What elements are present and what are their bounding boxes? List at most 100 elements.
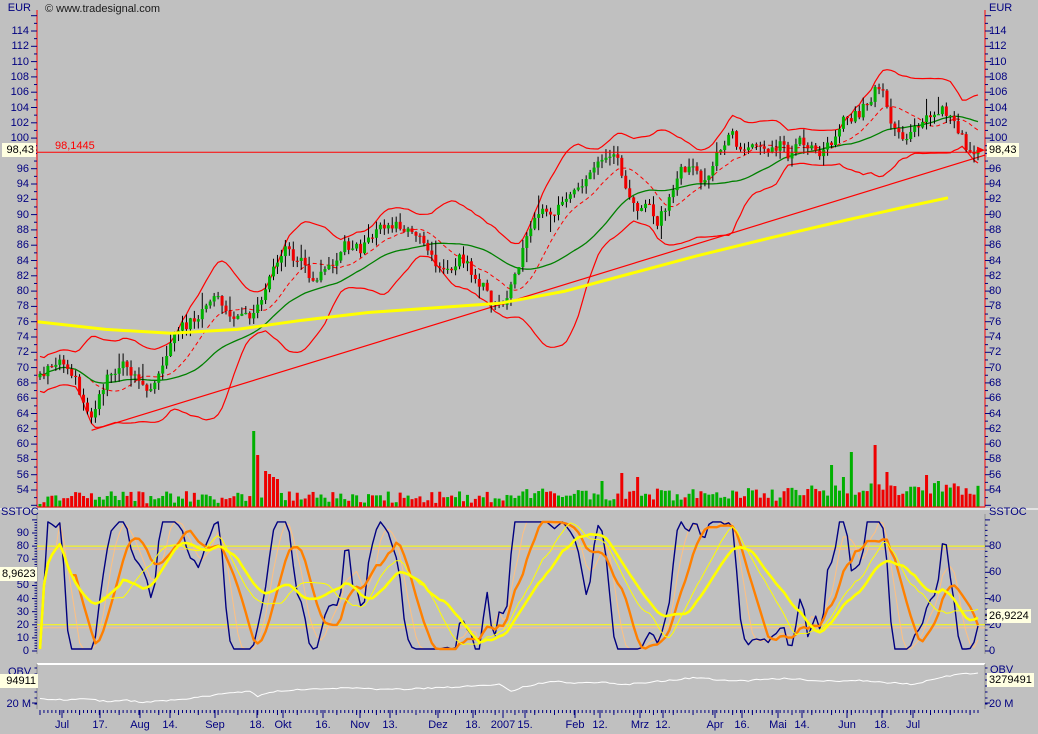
candle-body [466, 261, 469, 263]
volume-bar [763, 493, 766, 507]
candle-body [949, 116, 952, 117]
candle-body [783, 141, 786, 145]
candle-body [945, 106, 948, 115]
volume-bar [529, 498, 532, 507]
volume-bar [466, 495, 469, 507]
candle-body [624, 176, 627, 189]
volume-bar [957, 486, 960, 507]
candle-body [739, 147, 742, 150]
candle-body [969, 150, 972, 152]
candle-body [882, 89, 885, 90]
candle-body [771, 147, 774, 152]
candle-body [897, 128, 900, 132]
volume-bar [680, 500, 683, 507]
candle-body [822, 150, 825, 157]
volume-bar [553, 493, 556, 507]
candle-body [509, 284, 512, 298]
volume-bar [509, 495, 512, 507]
volume-bar [767, 498, 770, 507]
volume-bar [640, 496, 643, 507]
chart-canvas[interactable] [0, 0, 1038, 734]
volume-bar [367, 494, 370, 507]
volume-bar [351, 494, 354, 507]
volume-bar [684, 497, 687, 507]
volume-bar [157, 498, 160, 507]
candle-body [862, 104, 865, 117]
candle-body [557, 205, 560, 215]
candle-body [648, 204, 651, 205]
candle-body [703, 180, 706, 183]
candle-body [874, 87, 877, 102]
candle-body [763, 146, 766, 148]
candle-body [529, 229, 532, 237]
volume-bar [141, 492, 144, 507]
candle-body [585, 179, 588, 186]
candle-body [312, 278, 315, 281]
volume-bar [608, 500, 611, 507]
candle-body [197, 319, 200, 321]
candle-body [228, 311, 231, 316]
volume-bar [672, 500, 675, 507]
volume-bar [137, 491, 140, 507]
candle-body [759, 146, 762, 147]
candle-body [790, 153, 793, 158]
candle-body [787, 145, 790, 159]
volume-bar [343, 499, 346, 507]
candle-body [141, 381, 144, 385]
volume-bar [632, 491, 635, 507]
candle-body [684, 167, 687, 172]
candle-body [383, 225, 386, 229]
candle-body [256, 305, 259, 313]
candle-body [355, 244, 358, 249]
candle-body [854, 111, 857, 121]
volume-bar [145, 503, 148, 507]
volume-bar [878, 484, 881, 507]
candle-body [221, 296, 224, 306]
volume-bar [133, 501, 136, 507]
volume-bar [885, 472, 888, 507]
volume-bar [577, 490, 580, 507]
volume-bar [711, 494, 714, 507]
volume-bar [232, 496, 235, 507]
candle-body [244, 313, 247, 314]
candle-body [126, 361, 129, 367]
candle-body [775, 147, 778, 150]
candle-body [842, 117, 845, 129]
candle-body [901, 132, 904, 139]
candle-body [426, 243, 429, 250]
volume-bar [122, 492, 125, 507]
candle-body [767, 149, 770, 152]
volume-bar [743, 496, 746, 507]
volume-bar [308, 495, 311, 507]
candle-body [304, 258, 307, 265]
volume-bar [723, 497, 726, 507]
volume-bar [331, 492, 334, 507]
candle-body [165, 356, 168, 366]
volume-bar [383, 500, 386, 507]
candle-body [834, 136, 837, 144]
volume-bar [312, 492, 315, 507]
volume-bar [581, 491, 584, 507]
candle-body [387, 225, 390, 228]
volume-bar [727, 498, 730, 507]
candle-body [470, 261, 473, 275]
volume-bar [114, 496, 117, 507]
volume-bar [102, 500, 105, 507]
candle-body [561, 202, 564, 205]
volume-bar [541, 489, 544, 507]
volume-bar [961, 495, 964, 507]
candle-body [909, 132, 912, 139]
volume-bar [775, 501, 778, 507]
volume-bar [937, 481, 940, 507]
candle-body [553, 215, 556, 216]
volume-bar [882, 490, 885, 507]
candle-body [284, 246, 287, 256]
volume-bar [648, 494, 651, 507]
volume-bar [787, 488, 790, 507]
volume-bar [494, 498, 497, 507]
candle-body [810, 145, 813, 148]
volume-bar [929, 494, 932, 507]
volume-bar [925, 475, 928, 507]
candle-body [965, 134, 968, 150]
candle-body [58, 360, 61, 365]
